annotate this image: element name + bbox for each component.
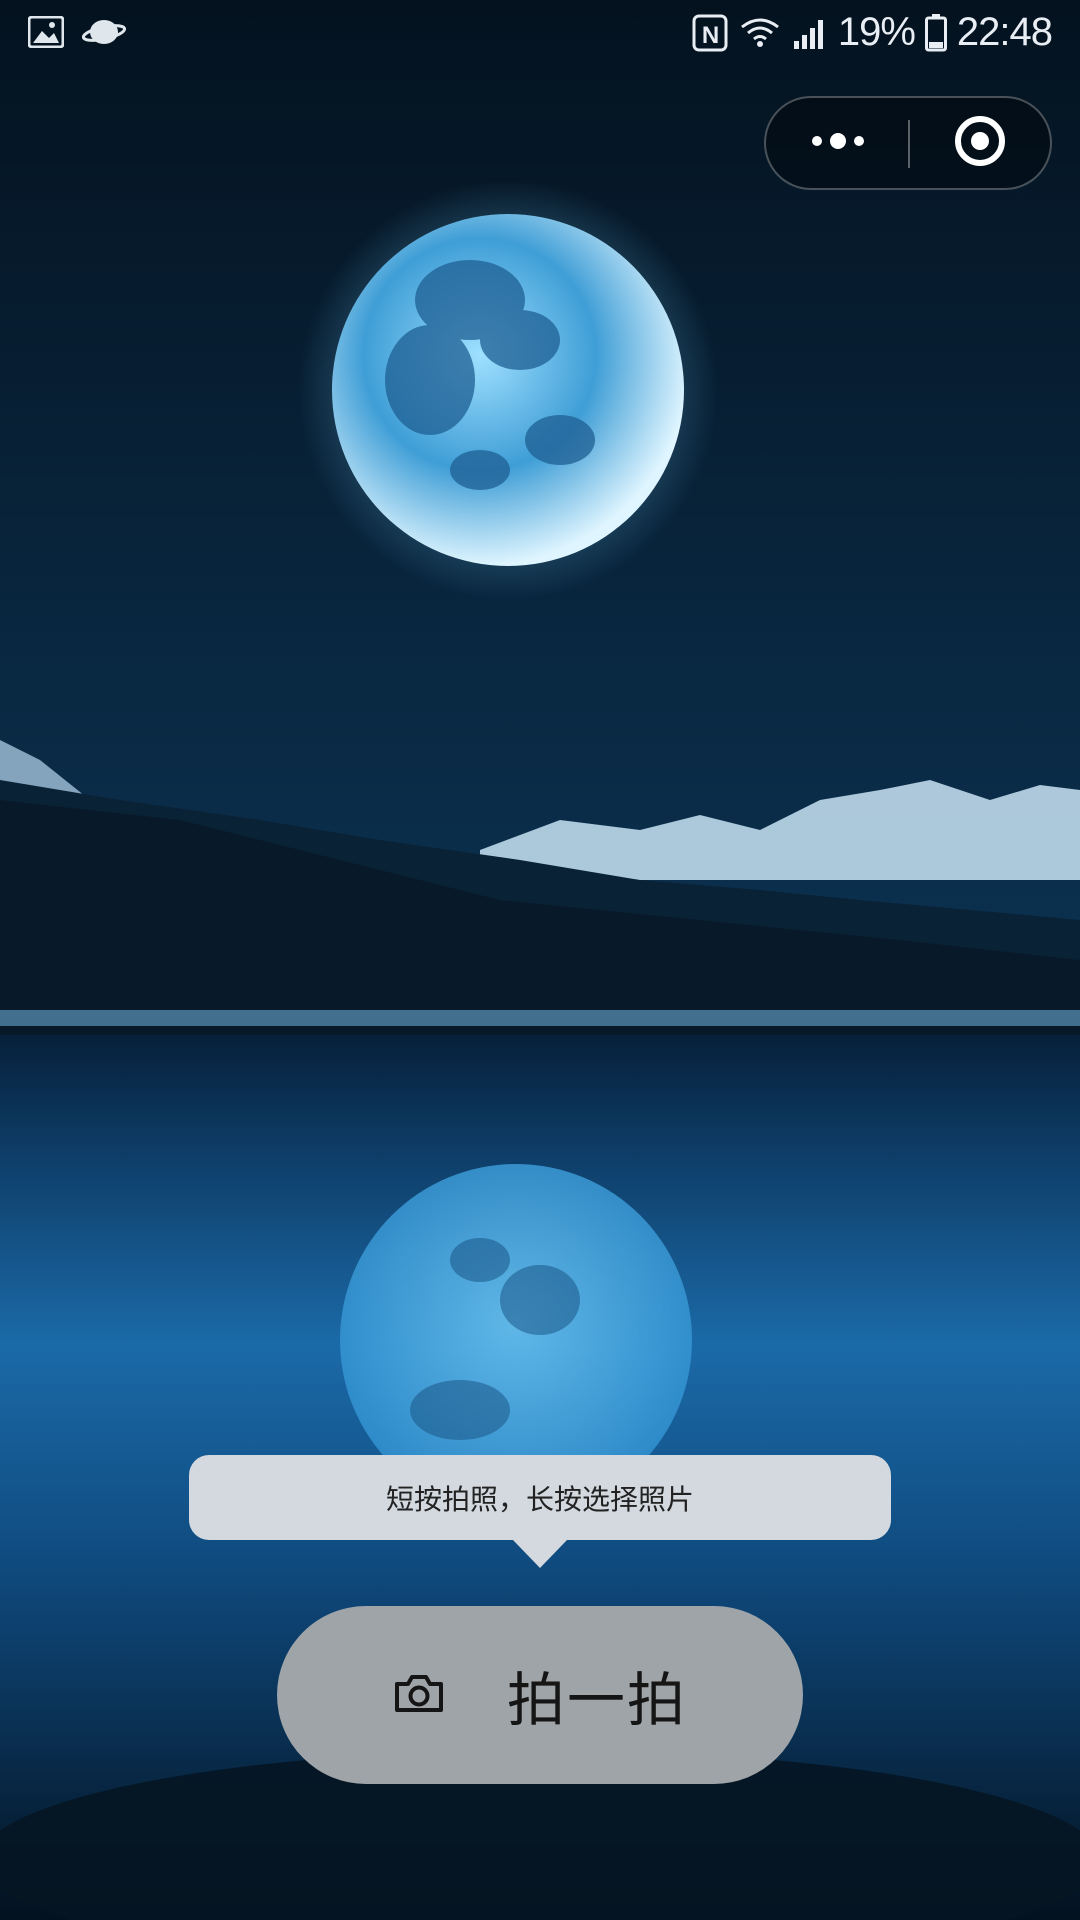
nfc-icon: N bbox=[692, 14, 728, 52]
battery-percent: 19% bbox=[837, 10, 916, 54]
status-right: N 19% 22:48 bbox=[692, 10, 1053, 55]
signal-icon bbox=[792, 15, 828, 51]
camera-icon bbox=[393, 1672, 445, 1718]
more-button[interactable] bbox=[766, 98, 909, 188]
planet-icon bbox=[82, 16, 126, 48]
shoot-button-label: 拍一拍 bbox=[506, 1666, 687, 1734]
gallery-icon bbox=[28, 16, 64, 48]
close-button[interactable] bbox=[910, 98, 1050, 188]
mini-program-capsule bbox=[764, 96, 1052, 190]
status-bar: N 19% 22:48 bbox=[0, 0, 1080, 72]
wifi-icon bbox=[738, 15, 782, 51]
shoot-button[interactable]: 拍一拍 bbox=[277, 1606, 803, 1784]
hint-tooltip-arrow bbox=[513, 1540, 567, 1568]
hint-tooltip-text: 短按拍照，长按选择照片 bbox=[385, 1482, 694, 1516]
status-left-icons bbox=[28, 16, 126, 48]
screen: N 19% 22:48 短按拍照，长按选择照片 拍一拍 bbox=[0, 0, 1080, 1920]
target-close-icon bbox=[953, 114, 1007, 172]
clock: 22:48 bbox=[956, 10, 1053, 54]
hint-tooltip: 短按拍照，长按选择照片 bbox=[189, 1455, 891, 1540]
battery-icon bbox=[924, 13, 947, 52]
more-dots-icon bbox=[808, 131, 868, 155]
svg-text:N: N bbox=[702, 22, 718, 49]
